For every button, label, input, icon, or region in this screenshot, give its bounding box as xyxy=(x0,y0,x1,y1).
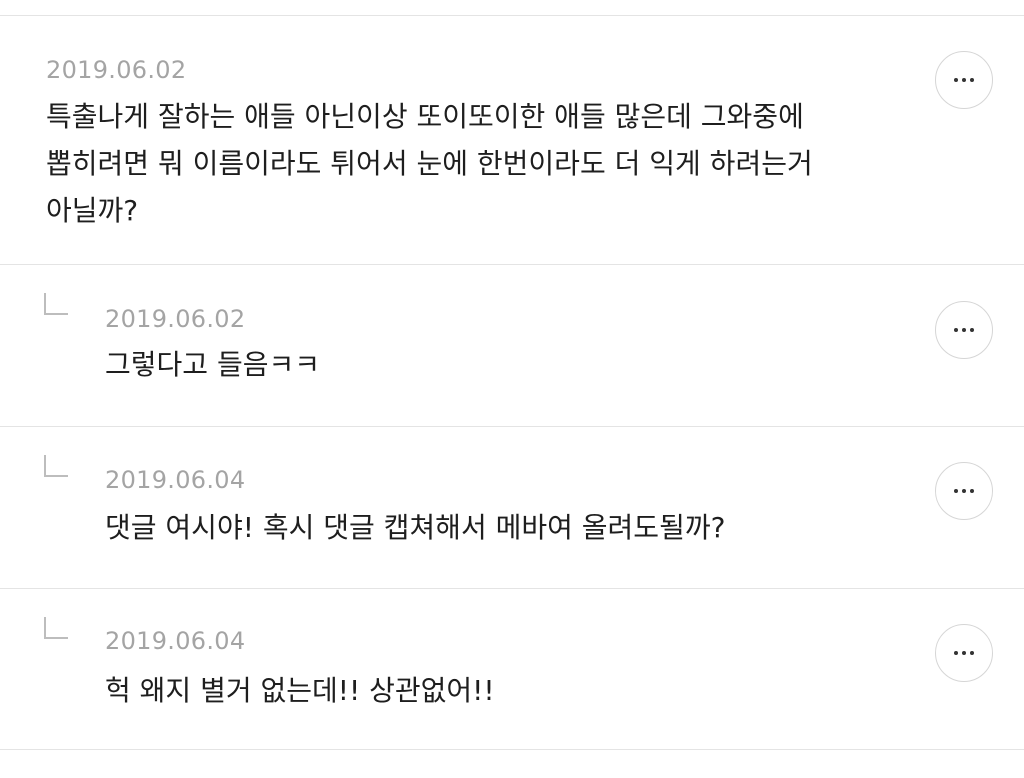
comment-date: 2019.06.02 xyxy=(46,56,187,84)
reply-comment: 2019.06.02 그렇다고 들음ㅋㅋ xyxy=(0,265,1024,425)
comment: 2019.06.02 특출나게 잘하는 애들 아닌이상 또이또이한 애들 많은데… xyxy=(0,16,1024,264)
more-horizontal-icon xyxy=(954,78,974,82)
comment-text-line: 헉 왜지 별거 없는데!! 상관없어!! xyxy=(105,674,495,707)
more-options-button[interactable] xyxy=(935,51,993,109)
comment-text-line: 특출나게 잘하는 애들 아닌이상 또이또이한 애들 많은데 그와중에 xyxy=(46,100,804,133)
more-options-button[interactable] xyxy=(935,462,993,520)
reply-arrow-icon xyxy=(44,617,68,639)
more-horizontal-icon xyxy=(954,328,974,332)
reply-arrow-icon xyxy=(44,455,68,477)
more-options-button[interactable] xyxy=(935,624,993,682)
comment-text-line: 뽑히려면 뭐 이름이라도 튀어서 눈에 한번이라도 더 익게 하려는거 xyxy=(46,147,813,180)
comment-date: 2019.06.02 xyxy=(105,305,246,333)
more-horizontal-icon xyxy=(954,489,974,493)
comment-text-line: 댓글 여시야! 혹시 댓글 캡쳐해서 메바여 올려도될까? xyxy=(105,511,726,544)
more-options-button[interactable] xyxy=(935,301,993,359)
reply-arrow-icon xyxy=(44,293,68,315)
comment-text-line: 아닐까? xyxy=(46,194,139,227)
comment-date: 2019.06.04 xyxy=(105,627,246,655)
comment-date: 2019.06.04 xyxy=(105,466,246,494)
comment-text-line: 그렇다고 들음ㅋㅋ xyxy=(105,348,320,381)
reply-comment: 2019.06.04 헉 왜지 별거 없는데!! 상관없어!! xyxy=(0,589,1024,749)
divider xyxy=(0,749,1024,750)
reply-comment: 2019.06.04 댓글 여시야! 혹시 댓글 캡쳐해서 메바여 올려도될까? xyxy=(0,427,1024,587)
more-horizontal-icon xyxy=(954,651,974,655)
